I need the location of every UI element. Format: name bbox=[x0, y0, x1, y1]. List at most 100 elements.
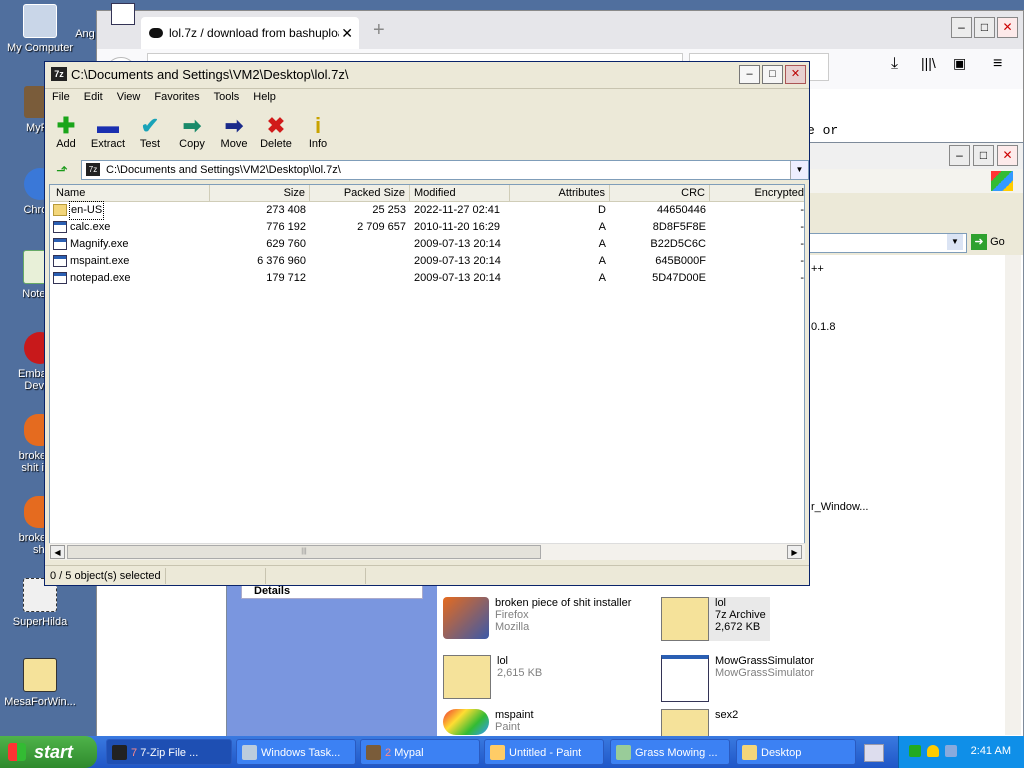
7z-archive-icon bbox=[23, 658, 57, 692]
cell-name: Magnify.exe bbox=[70, 238, 129, 250]
info-button[interactable]: i Info bbox=[297, 108, 339, 158]
volume-icon[interactable] bbox=[945, 745, 957, 757]
file-item[interactable]: broken piece of shit installer Firefox Moz… bbox=[443, 597, 631, 639]
menu-favorites[interactable]: Favorites bbox=[147, 88, 206, 108]
task-7zip[interactable]: 7 7-Zip File ... bbox=[106, 739, 232, 765]
task-manager-icon bbox=[242, 745, 257, 760]
chevron-down-icon[interactable]: ▼ bbox=[947, 234, 963, 250]
test-button[interactable]: ✔ Test bbox=[129, 108, 171, 158]
new-tab-button[interactable]: + bbox=[373, 19, 385, 42]
tray-app-icon[interactable] bbox=[909, 745, 921, 757]
menu-icon[interactable]: ≡ bbox=[993, 55, 1002, 73]
horizontal-scrollbar[interactable]: ◀ ||| ▶ bbox=[49, 543, 805, 560]
file-item[interactable]: sex2 bbox=[661, 709, 738, 737]
explorer-scrollbar[interactable] bbox=[1005, 255, 1021, 735]
scroll-right-icon[interactable]: ▶ bbox=[787, 545, 802, 559]
file-item[interactable]: lol 2,615 KB bbox=[443, 655, 542, 699]
table-row[interactable]: notepad.exe 179 712 2009-07-13 20:14 A 5D47D… bbox=[50, 270, 804, 287]
col-attributes[interactable]: Attributes bbox=[510, 185, 610, 201]
table-row[interactable]: Magnify.exe 629 760 2009-07-13 20:14 A B22D5… bbox=[50, 236, 804, 253]
file-item[interactable]: lol 7z Archive 2,672 KB bbox=[661, 597, 770, 641]
security-shield-icon[interactable] bbox=[927, 745, 939, 757]
cloud-icon bbox=[149, 28, 163, 38]
col-name[interactable]: Name bbox=[50, 185, 210, 201]
col-modified[interactable]: Modified bbox=[410, 185, 510, 201]
cell-packed-size: 25 253 bbox=[372, 204, 406, 216]
close-button[interactable]: ✕ bbox=[997, 17, 1018, 38]
col-crc[interactable]: CRC bbox=[610, 185, 710, 201]
paint-icon bbox=[443, 709, 489, 735]
menu-tools[interactable]: Tools bbox=[207, 88, 247, 108]
extract-button[interactable]: ▬ Extract bbox=[87, 108, 129, 158]
taskbar: start 7 7-Zip File ... Windows Task... 2… bbox=[0, 736, 1024, 768]
copy-icon: ➡ bbox=[182, 113, 202, 138]
scroll-thumb[interactable]: ||| bbox=[67, 545, 541, 559]
7zip-window[interactable]: 7z C:\Documents and Settings\VM2\Desktop… bbox=[44, 61, 810, 586]
cell-attributes: A bbox=[598, 272, 606, 284]
minimize-button[interactable]: – bbox=[949, 145, 970, 166]
menu-file[interactable]: File bbox=[45, 88, 77, 108]
move-button[interactable]: ➡ Move bbox=[213, 108, 255, 158]
download-icon[interactable]: ⤓ bbox=[891, 55, 898, 73]
table-row[interactable]: mspaint.exe 6 376 960 2009-07-13 20:14 A 645… bbox=[50, 253, 804, 270]
desktop-icon-my-computer[interactable]: My Computer bbox=[0, 4, 80, 54]
add-button[interactable]: ✚ Add bbox=[45, 108, 87, 158]
cell-size: 776 192 bbox=[266, 221, 306, 233]
address-input[interactable]: 7z C:\Documents and Settings\VM2\Desktop… bbox=[81, 160, 809, 180]
file-item[interactable]: MowGrassSimulator MowGrassSimulator bbox=[661, 655, 814, 702]
desktop-icon-mesa[interactable]: MesaForWin... bbox=[0, 658, 80, 708]
copy-button[interactable]: ➡ Copy bbox=[171, 108, 213, 158]
task-grass-mowing[interactable]: Grass Mowing ... bbox=[610, 739, 730, 765]
maximize-button[interactable]: □ bbox=[974, 17, 995, 38]
task-paint[interactable]: Untitled - Paint bbox=[484, 739, 604, 765]
col-packed-size[interactable]: Packed Size bbox=[310, 185, 410, 201]
windows-logo-icon bbox=[991, 171, 1013, 191]
task-windows-task-manager[interactable]: Windows Task... bbox=[236, 739, 356, 765]
start-button[interactable]: start bbox=[0, 736, 97, 768]
system-tray: 2:41 AM bbox=[898, 736, 1024, 768]
close-button[interactable]: ✕ bbox=[997, 145, 1018, 166]
7zip-icon bbox=[112, 745, 127, 760]
delete-button[interactable]: ✖ Delete bbox=[255, 108, 297, 158]
menu-edit[interactable]: Edit bbox=[77, 88, 110, 108]
cell-encrypted: - bbox=[800, 221, 804, 233]
cell-size: 6 376 960 bbox=[257, 255, 306, 267]
explorer-sidebar: Details bbox=[227, 583, 437, 737]
menu-view[interactable]: View bbox=[110, 88, 148, 108]
col-encrypted[interactable]: Encrypted bbox=[710, 185, 804, 201]
keyboard-icon[interactable] bbox=[864, 744, 884, 762]
go-button[interactable]: ➜ Go bbox=[971, 233, 1021, 251]
add-icon: ✚ bbox=[56, 113, 76, 138]
file-item[interactable]: mspaint Paint bbox=[443, 709, 534, 735]
col-size[interactable]: Size bbox=[210, 185, 310, 201]
archive-icon: 7z bbox=[86, 163, 100, 176]
firefox-tab[interactable]: lol.7z / download from bashupload ✕ bbox=[141, 17, 359, 49]
cell-crc: 5D47D00E bbox=[652, 272, 706, 284]
folder-up-icon[interactable]: ⬏ bbox=[51, 162, 73, 180]
minimize-button[interactable]: – bbox=[951, 17, 972, 38]
close-button[interactable]: ✕ bbox=[785, 65, 806, 84]
firefox-tab-bar: lol.7z / download from bashupload ✕ + – … bbox=[97, 3, 1023, 49]
file-list[interactable]: Name Size Packed Size Modified Attribute… bbox=[49, 184, 805, 559]
address-input[interactable] bbox=[807, 233, 967, 253]
cell-name: notepad.exe bbox=[70, 272, 131, 284]
move-icon: ➡ bbox=[224, 113, 244, 138]
maximize-button[interactable]: □ bbox=[762, 65, 783, 84]
task-desktop[interactable]: Desktop bbox=[736, 739, 856, 765]
close-tab-icon[interactable]: ✕ bbox=[341, 25, 353, 42]
window-icon bbox=[111, 3, 135, 25]
minimize-button[interactable]: – bbox=[739, 65, 760, 84]
task-mypal[interactable]: 2 Mypal bbox=[360, 739, 480, 765]
cell-crc: 8D8F5F8E bbox=[652, 221, 706, 233]
maximize-button[interactable]: □ bbox=[973, 145, 994, 166]
sidebar-icon[interactable]: ▣ bbox=[953, 55, 966, 72]
7zip-title-bar[interactable]: 7z C:\Documents and Settings\VM2\Desktop… bbox=[45, 62, 809, 89]
table-row[interactable]: en-US 273 408 25 253 2022-11-27 02:41 D 44650… bbox=[50, 201, 804, 220]
table-row[interactable]: calc.exe 776 192 2 709 657 2010-11-20 16:29… bbox=[50, 219, 804, 236]
grass-mowing-icon bbox=[616, 745, 631, 760]
scroll-left-icon[interactable]: ◀ bbox=[50, 545, 65, 559]
exe-file-icon bbox=[53, 221, 67, 233]
chevron-down-icon[interactable]: ▼ bbox=[790, 161, 808, 179]
menu-help[interactable]: Help bbox=[246, 88, 283, 108]
library-icon[interactable]: |||\ bbox=[921, 55, 936, 71]
